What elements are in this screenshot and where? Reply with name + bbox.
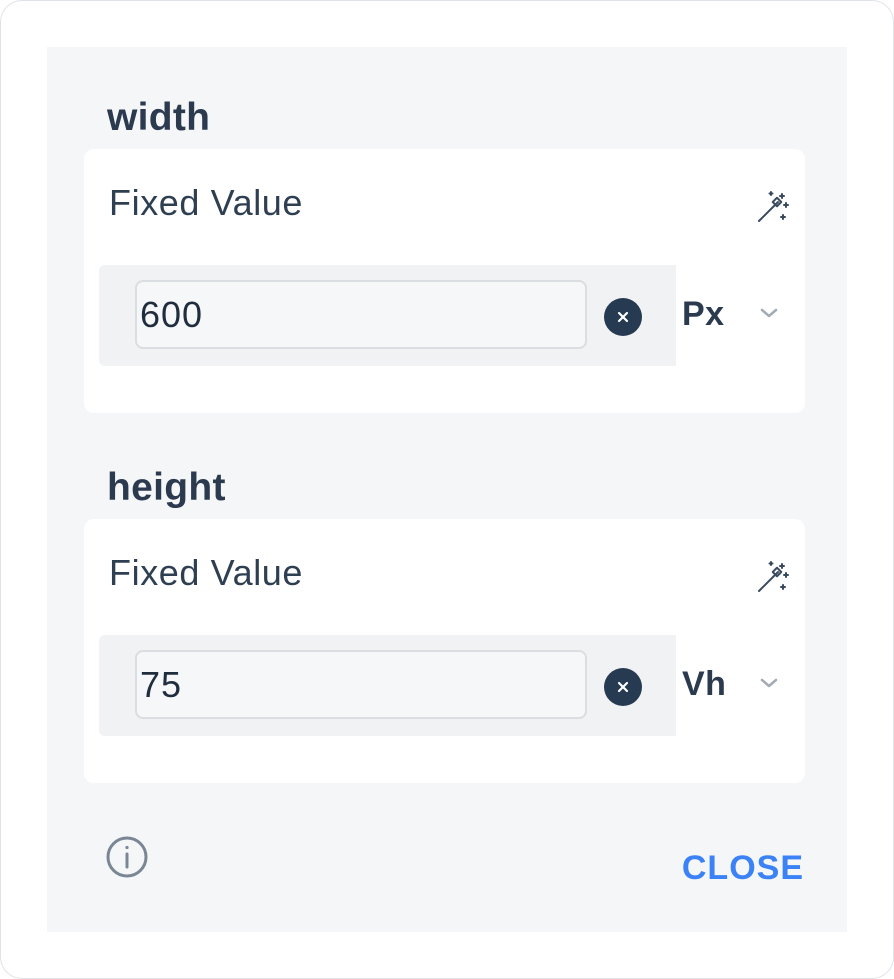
info-icon[interactable] <box>105 835 149 879</box>
width-unit-select[interactable]: Px <box>682 289 792 339</box>
width-mode-label: Fixed Value <box>109 182 304 223</box>
width-unit-value: Px <box>682 294 725 333</box>
close-circle-icon <box>617 681 629 693</box>
height-section-title: height <box>107 466 226 509</box>
width-clear-button[interactable] <box>604 298 642 336</box>
close-circle-icon <box>617 311 629 323</box>
height-unit-value: Vh <box>682 664 727 703</box>
height-card: Fixed Value Vh <box>84 519 805 783</box>
height-clear-button[interactable] <box>604 668 642 706</box>
chevron-down-icon <box>760 308 778 318</box>
width-section-title: width <box>107 96 211 139</box>
width-input-group <box>99 265 676 366</box>
height-input-group <box>99 635 676 736</box>
width-value-input[interactable] <box>135 280 587 349</box>
width-card: Fixed Value Px <box>84 149 805 413</box>
height-value-input[interactable] <box>135 650 587 719</box>
chevron-down-icon <box>760 678 778 688</box>
magic-wand-icon[interactable] <box>755 189 791 225</box>
close-button[interactable]: CLOSE <box>682 849 804 888</box>
size-settings-panel: width Fixed Value Px <box>47 47 847 932</box>
magic-wand-icon[interactable] <box>755 559 791 595</box>
height-mode-label: Fixed Value <box>109 552 304 593</box>
height-unit-select[interactable]: Vh <box>682 659 792 709</box>
